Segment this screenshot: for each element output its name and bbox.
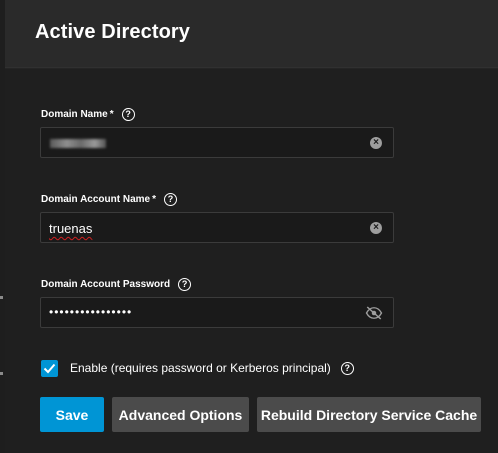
domain-name-label-row: Domain Name * ? bbox=[41, 106, 135, 122]
dialog-header: Active Directory bbox=[5, 0, 498, 68]
enable-checkbox[interactable] bbox=[41, 360, 58, 377]
required-marker: * bbox=[152, 193, 156, 205]
background-edge-mark bbox=[0, 372, 3, 375]
check-icon bbox=[43, 363, 56, 374]
domain-account-name-label-row: Domain Account Name * ? bbox=[41, 191, 177, 207]
eye-off-icon[interactable] bbox=[365, 306, 383, 320]
domain-account-name-field[interactable]: truenas × bbox=[40, 212, 394, 243]
domain-name-field[interactable]: × bbox=[40, 127, 394, 158]
password-masked-value: •••••••••••••••• bbox=[49, 305, 133, 319]
redacted-domain-value bbox=[50, 139, 106, 148]
background-edge-mark bbox=[0, 296, 3, 299]
advanced-options-button[interactable]: Advanced Options bbox=[112, 397, 249, 432]
save-button[interactable]: Save bbox=[40, 397, 104, 432]
enable-label: Enable (requires password or Kerberos pr… bbox=[70, 361, 331, 375]
domain-account-name-label: Domain Account Name bbox=[41, 193, 151, 205]
rebuild-cache-button[interactable]: Rebuild Directory Service Cache bbox=[257, 397, 481, 432]
help-icon[interactable]: ? bbox=[164, 192, 177, 206]
domain-account-password-label: Domain Account Password bbox=[41, 278, 171, 290]
required-marker: * bbox=[109, 108, 114, 120]
domain-account-name-value: truenas bbox=[49, 221, 93, 236]
clear-icon[interactable]: × bbox=[370, 137, 382, 149]
enable-label-row: Enable (requires password or Kerberos pr… bbox=[70, 361, 354, 375]
active-directory-dialog: Active Directory Domain Name * ? × Domai… bbox=[5, 0, 498, 453]
help-icon[interactable]: ? bbox=[340, 361, 354, 375]
domain-account-password-label-row: Domain Account Password ? bbox=[41, 276, 192, 292]
domain-name-label: Domain Name bbox=[41, 108, 108, 120]
dialog-title: Active Directory bbox=[35, 21, 190, 43]
help-icon[interactable]: ? bbox=[121, 107, 135, 121]
clear-icon[interactable]: × bbox=[370, 222, 382, 234]
help-icon[interactable]: ? bbox=[178, 277, 192, 291]
domain-account-password-field[interactable]: •••••••••••••••• bbox=[40, 297, 394, 328]
